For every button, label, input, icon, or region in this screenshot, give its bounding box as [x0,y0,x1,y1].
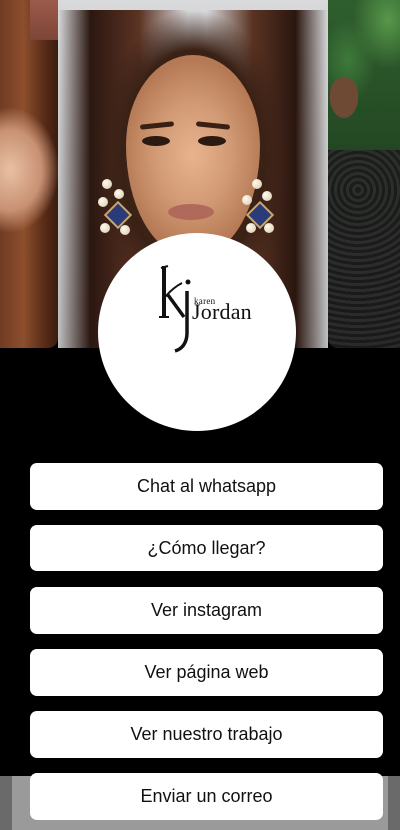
brand-name-big: Jordan [192,299,252,324]
model-lips [168,204,214,220]
left-eye [142,136,170,146]
link-list: Chat al whatsapp ¿Cómo llegar? Ver insta… [30,463,383,830]
portfolio-button[interactable]: Ver nuestro trabajo [30,711,383,758]
right-earring [238,175,278,237]
lace-dress [328,150,400,348]
directions-button[interactable]: ¿Cómo llegar? [30,525,383,571]
whatsapp-chat-button[interactable]: Chat al whatsapp [30,463,383,510]
website-button[interactable]: Ver página web [30,649,383,696]
kj-monogram-icon [159,265,191,353]
carousel-photo-previous[interactable] [0,0,58,348]
email-button[interactable]: Enviar un correo [30,773,383,820]
brick-wall [30,0,58,40]
instagram-button[interactable]: Ver instagram [30,587,383,634]
carousel-photo-next[interactable] [328,0,400,348]
model-hand [330,78,358,118]
link-page: karen Jordan Chat al whatsapp ¿Cómo lleg… [0,0,400,830]
right-eye [198,136,226,146]
left-earring [96,175,136,237]
brand-logo: karen Jordan [98,233,296,431]
